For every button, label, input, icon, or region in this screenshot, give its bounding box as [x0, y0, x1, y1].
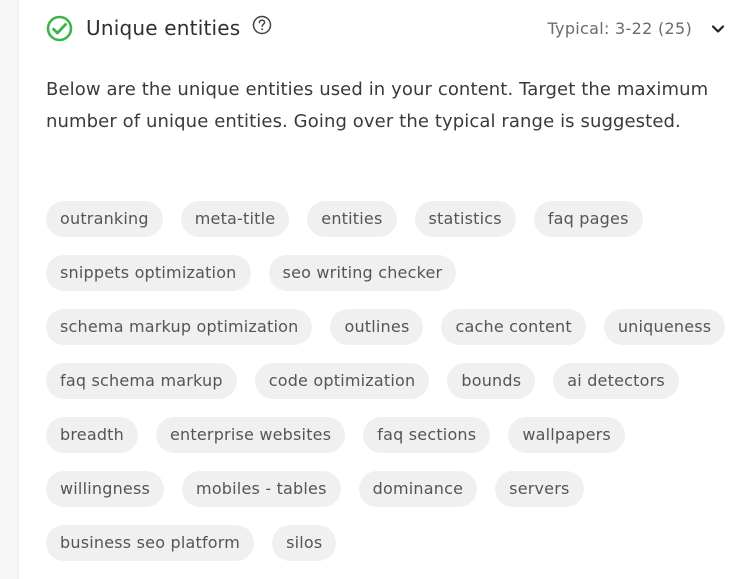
check-circle-icon: [46, 15, 73, 42]
entity-tag: cache content: [441, 309, 586, 345]
section-title: Unique entities: [86, 16, 241, 40]
entity-tag: silos: [272, 525, 337, 561]
section-description: Below are the unique entities used in yo…: [46, 79, 709, 132]
entity-tag: outranking: [46, 201, 163, 237]
entity-tag: faq sections: [363, 417, 491, 453]
chevron-down-icon[interactable]: [710, 21, 726, 37]
entity-tag: ai detectors: [553, 363, 679, 399]
section-header: Unique entities Typical: 3-22 (25): [46, 13, 726, 45]
typical-range: Typical: 3-22 (25): [547, 19, 692, 38]
entity-tag: uniqueness: [603, 309, 726, 345]
entity-tag: seo writing checker: [268, 255, 457, 291]
entity-tag: faq pages: [533, 201, 643, 237]
entity-tag: mobiles - tables: [182, 471, 341, 507]
entity-tag: business seo platform: [46, 525, 255, 561]
unique-entities-panel: Unique entities Typical: 3-22 (25) Below…: [18, 0, 745, 579]
entity-tag: code optimization: [254, 363, 430, 399]
question-circle-icon[interactable]: [252, 15, 272, 35]
entity-tag: servers: [495, 471, 584, 507]
entity-tag: dominance: [358, 471, 478, 507]
entity-tag: meta-title: [180, 201, 290, 237]
entity-tag-list: outranking meta-title entities statistics fa…: [46, 201, 736, 561]
entity-tag: statistics: [414, 201, 516, 237]
entity-tag: outlines: [330, 309, 424, 345]
entity-tag: wallpapers: [508, 417, 625, 453]
entity-tag: faq schema markup: [46, 363, 237, 399]
entity-tag: entities: [307, 201, 397, 237]
entity-tag: breadth: [46, 417, 139, 453]
entity-tag: enterprise websites: [156, 417, 346, 453]
entity-tag: snippets optimization: [46, 255, 251, 291]
entity-tag: bounds: [447, 363, 536, 399]
entity-tag: willingness: [46, 471, 165, 507]
entity-tag: schema markup optimization: [46, 309, 313, 345]
